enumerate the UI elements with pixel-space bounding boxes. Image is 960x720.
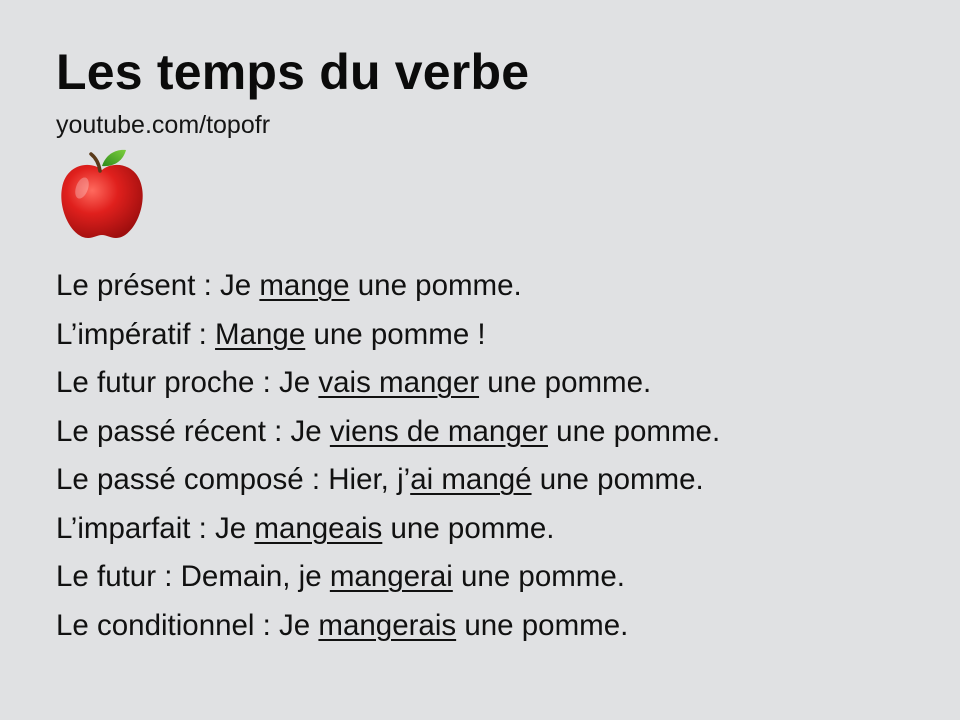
- tense-text-after: une pomme.: [479, 366, 652, 399]
- conjugated-verb: viens de manger: [329, 414, 548, 448]
- tense-line: L’impératif : Mange une pomme !: [56, 311, 916, 360]
- conjugated-verb: mangerai: [329, 560, 453, 593]
- tense-text-before: Le passé récent : Je: [56, 414, 330, 448]
- tense-text-before: L’imparfait : Je: [56, 511, 255, 545]
- tense-line: Le futur proche : Je vais manger une pom…: [56, 359, 916, 408]
- content: Les temps du verbe youtube.com/topofr Le…: [56, 44, 916, 650]
- conjugated-verb: Mange: [215, 317, 306, 351]
- conjugated-verb: ai mangé: [410, 463, 532, 496]
- tense-text-after: une pomme.: [382, 511, 555, 545]
- conjugated-verb: mangerais: [318, 608, 457, 642]
- tense-line: Le présent : Je mange une pomme.: [56, 262, 916, 311]
- tense-text-before: Le présent : Je: [56, 269, 260, 302]
- tense-line: Le conditionnel : Je mangerais une pomme…: [56, 602, 916, 651]
- tense-text-after: une pomme !: [305, 317, 486, 351]
- tense-line: L’imparfait : Je mangeais une pomme.: [56, 505, 916, 554]
- tense-text-before: Le passé composé : Hier, j’: [56, 463, 411, 496]
- apple-icon: [61, 149, 143, 238]
- conjugated-verb: mange: [259, 269, 350, 302]
- conjugated-verb: mangeais: [254, 511, 383, 545]
- tense-text-after: une pomme.: [349, 269, 522, 302]
- conjugated-verb: vais manger: [318, 366, 480, 399]
- tense-text-after: une pomme.: [452, 560, 625, 593]
- tense-text-before: Le conditionnel : Je: [56, 608, 319, 642]
- slide: { "title": "Les temps du verbe", "subtit…: [0, 0, 960, 720]
- tense-line: Le futur : Demain, je mangerai une pomme…: [56, 553, 916, 602]
- tense-text-before: Le futur : Demain, je: [56, 560, 330, 593]
- tense-text-after: une pomme.: [456, 608, 629, 642]
- source-url: youtube.com/topofr: [56, 111, 271, 139]
- tense-text-before: Le futur proche : Je: [56, 366, 319, 399]
- tense-text-before: L’impératif :: [56, 317, 216, 351]
- tense-text-after: une pomme.: [531, 463, 704, 496]
- page-title: Les temps du verbe: [56, 44, 530, 100]
- tense-line: Le passé récent : Je viens de manger une…: [56, 408, 916, 457]
- tense-line: Le passé composé : Hier, j’ai mangé une …: [56, 456, 916, 505]
- tense-list: Le présent : Je mange une pomme. L’impéra…: [56, 262, 916, 650]
- tense-text-after: une pomme.: [547, 414, 721, 448]
